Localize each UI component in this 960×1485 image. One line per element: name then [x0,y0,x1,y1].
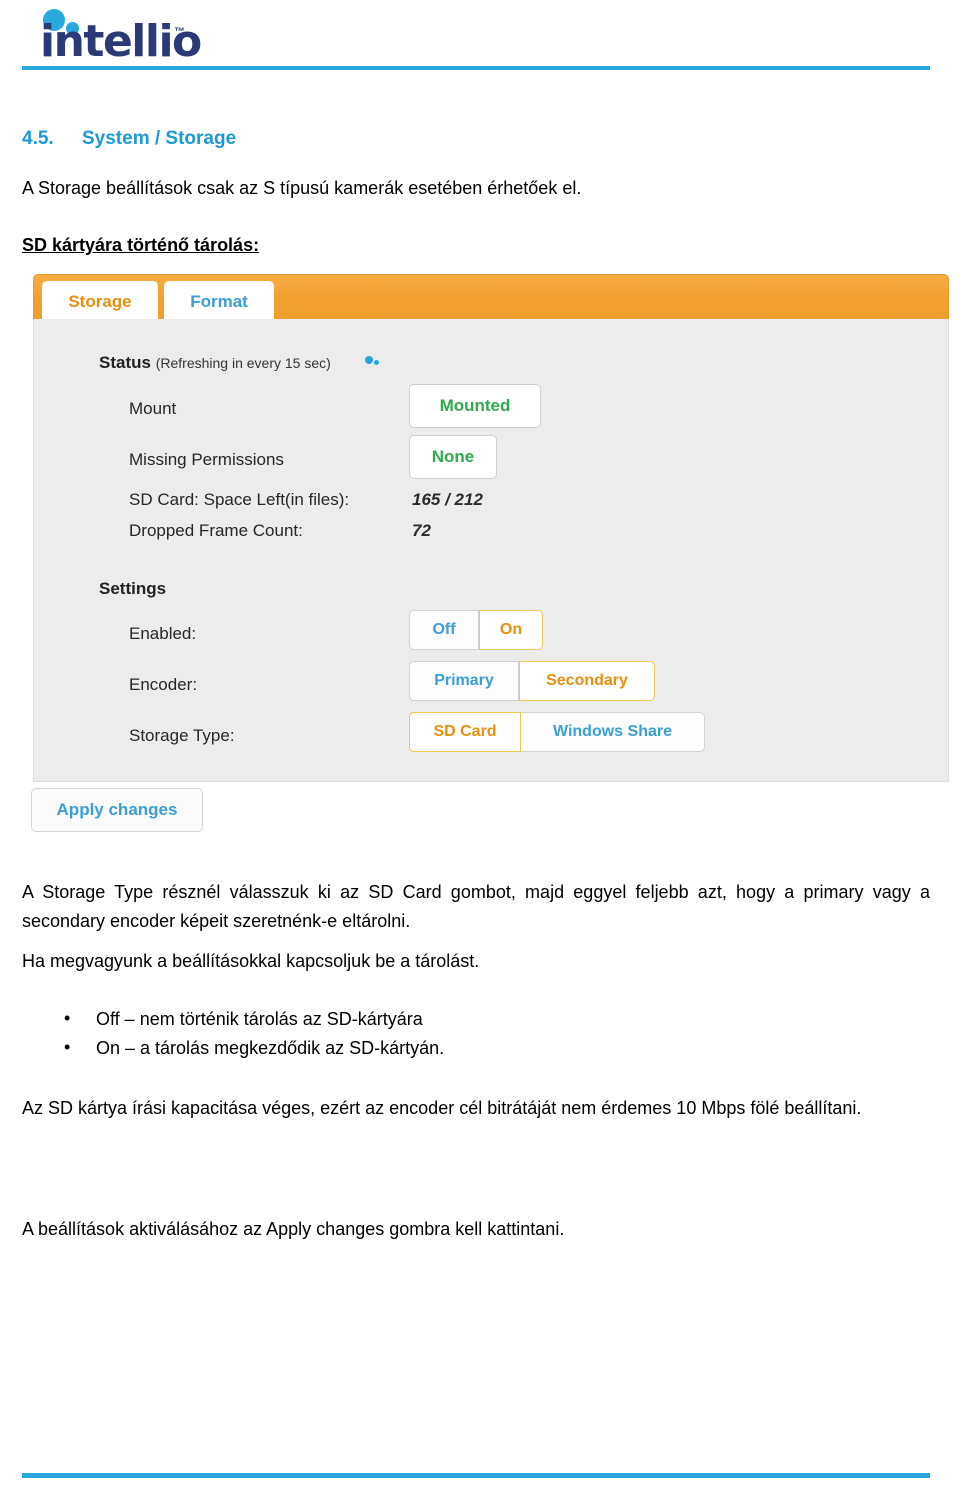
page-header: intellio ™ [0,0,960,80]
toggle-enabled-off[interactable]: Off [409,610,479,650]
status-section-title: Status (Refreshing in every 15 sec) [99,353,331,373]
row-label-storage-type: Storage Type: [129,726,235,745]
row-label-space-left: SD Card: Space Left(in files): [129,490,350,509]
status-refresh-note: (Refreshing in every 15 sec) [155,355,331,371]
section-number: 4.5. [22,128,54,149]
row-label-encoder: Encoder: [129,675,198,694]
intro-paragraph: A Storage beállítások csak az S típusú k… [22,178,582,198]
page-title: 4.5. System / Storage [22,128,236,150]
toggle-group-encoder: Primary Secondary [409,661,655,701]
toggle-encoder-secondary[interactable]: Secondary [519,661,655,701]
tab-storage[interactable]: Storage [42,281,158,323]
row-label-dropped-frames: Dropped Frame Count: [129,521,303,540]
apply-changes-button[interactable]: Apply changes [31,788,203,832]
toggle-group-enabled: Off On [409,610,543,650]
row-label-enabled: Enabled: [129,624,197,643]
status-label: Status [99,353,151,372]
settings-section-title: Settings [99,579,167,598]
paragraph-storage-type: A Storage Type résznél válasszuk ki az S… [22,882,930,932]
toggle-enabled-on[interactable]: On [479,610,543,650]
section-title-text: System / Storage [82,128,237,149]
paragraph-apply-changes: A beállítások aktiválásához az Apply cha… [22,1219,565,1239]
row-label-missing-permissions: Missing Permissions [129,450,284,469]
toggle-storage-sd-card[interactable]: SD Card [409,712,521,752]
toggle-group-storage-type: SD Card Windows Share [409,712,705,752]
row-label-mount: Mount [129,399,177,418]
paragraph-bitrate-warning: Az SD kártya írási kapacitása véges, ezé… [22,1098,862,1118]
trademark-symbol: ™ [174,26,185,38]
storage-settings-screenshot: Storage Format Status (Refreshing in eve… [31,274,949,784]
status-value-dropped-frames: 72 [412,521,431,540]
intellio-logo: intellio ™ [22,4,202,66]
subsection-heading: SD kártyára történő tárolás: [22,235,260,255]
tab-bar: Storage Format [33,274,949,323]
paragraph-enable-storage: Ha megvagyunk a beállításokkal kapcsolju… [22,951,480,971]
status-value-mount: Mounted [409,384,541,428]
toggle-storage-windows-share[interactable]: Windows Share [521,712,705,752]
status-value-space-left: 165 / 212 [412,490,483,509]
toggle-encoder-primary[interactable]: Primary [409,661,519,701]
list-item: Off – nem történik tárolás az SD-kártyár… [62,1004,762,1034]
list-item: On – a tárolás megkezdődik az SD-kártyán… [62,1033,762,1063]
footer-divider [22,1473,930,1478]
header-divider [22,66,930,70]
status-value-missing-permissions: None [409,435,497,479]
loading-dots-icon [365,356,383,368]
tab-format[interactable]: Format [164,281,274,323]
off-on-bullet-list: Off – nem történik tárolás az SD-kártyár… [62,1004,762,1063]
